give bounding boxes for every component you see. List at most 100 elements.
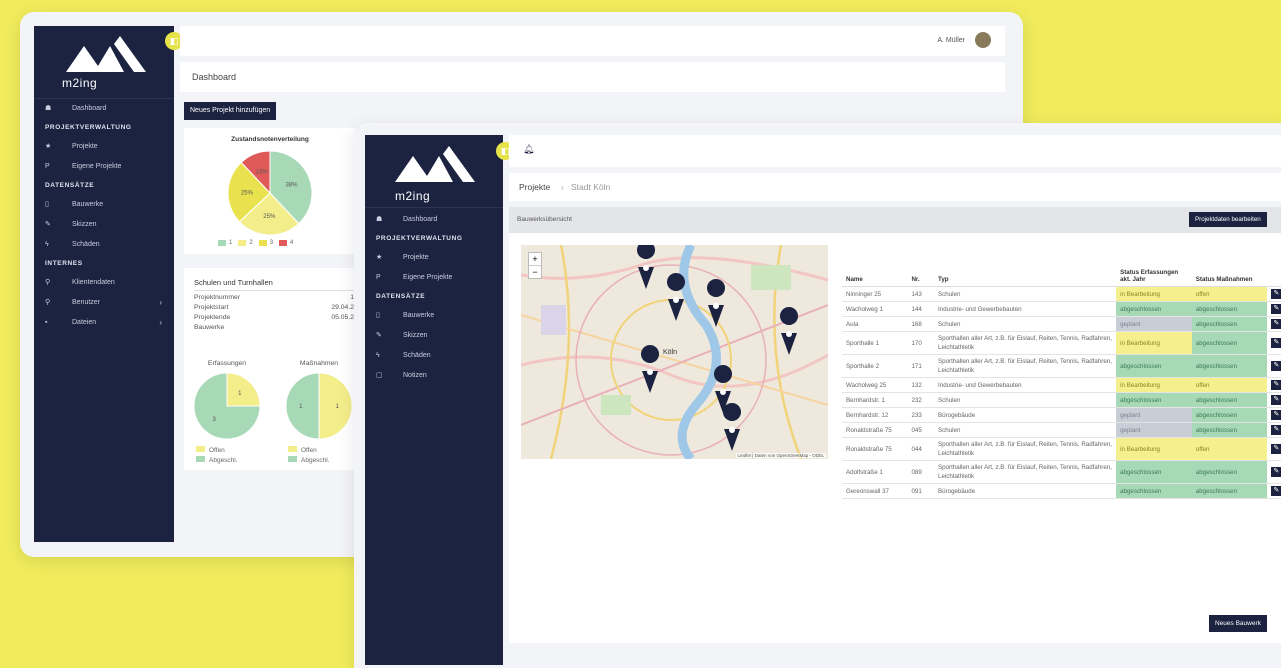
map[interactable]: Köln + − Leaflet | Daten von OpenStreetM… <box>521 245 828 459</box>
edit-icon[interactable]: ✎ <box>1271 361 1281 371</box>
edit-icon: ✎ <box>376 332 382 339</box>
cell-typ: Sporthallen aller Art, z.B. für Eislauf,… <box>934 331 1117 355</box>
page-title: Dashboard <box>192 72 237 82</box>
cell-nr: 171 <box>907 354 935 378</box>
new-building-button[interactable]: Neues Bauwerk <box>1209 615 1267 632</box>
table-row[interactable]: Aula 168 Schulen geplant abgeschlossen ✎ <box>842 316 1281 332</box>
sidebar-item-label: Dashboard <box>403 216 438 223</box>
table-row[interactable]: Wacholweg 1 144 Industrie- und Gewerbebaut… <box>842 301 1281 317</box>
user-name[interactable]: A. Müller <box>937 37 965 44</box>
bell-icon[interactable]: 🔔︎ <box>523 144 534 155</box>
sidebar-item-eigene-projekte[interactable]: P Eigene Projekte <box>365 268 503 288</box>
sidebar-item-dashboard[interactable]: ☗ Dashboard <box>34 99 174 119</box>
legend-swatch <box>288 456 297 462</box>
edit-icon: ✎ <box>45 221 51 228</box>
file-icon: ▪ <box>45 319 48 326</box>
sidebar-item-dateien[interactable]: ▪ Dateien › <box>34 313 174 333</box>
table-row[interactable]: Adolfstraße 1 089 Sporthallen aller Art, z… <box>842 460 1281 484</box>
table-row[interactable]: Sporthalle 1 170 Sporthallen aller Art, z.… <box>842 331 1281 355</box>
sidebar-item-skizzen[interactable]: ✎ Skizzen <box>34 215 174 235</box>
cell-name: Ronaldstraße 75 <box>842 437 908 461</box>
pie-slice-label: 38% <box>285 182 298 188</box>
status-badge: abgeschlossen <box>1116 354 1192 378</box>
table-header-row: Name Nr. Typ Status Erfassungen akt. Jah… <box>842 244 1281 287</box>
sidebar-item-dashboard[interactable]: ☗ Dashboard <box>365 210 503 230</box>
edit-icon[interactable]: ✎ <box>1271 319 1281 329</box>
sidebar-item-skizzen[interactable]: ✎ Skizzen <box>365 326 503 346</box>
pie-legend-row: Abgeschl. <box>192 456 272 466</box>
sidebar-item-notizen[interactable]: ▢ Notizen <box>365 366 503 386</box>
project-card: Schulen und Turnhallen Projektnummer 1 Pro… <box>184 268 356 470</box>
edit-icon[interactable]: ✎ <box>1271 304 1281 314</box>
cell-name: Wacholweg 1 <box>842 301 908 317</box>
status-badge: abgeschlossen <box>1191 407 1268 423</box>
cell-typ: Sporthallen aller Art, z.B. für Eislauf,… <box>934 354 1117 378</box>
edit-icon[interactable]: ✎ <box>1271 380 1281 390</box>
sidebar-item-projekte[interactable]: ★ Projekte <box>365 248 503 268</box>
legend-label: Abgeschl. <box>209 457 238 464</box>
user-icon: ⚲ <box>45 299 51 306</box>
edit-icon[interactable]: ✎ <box>1271 410 1281 420</box>
col-name: Name <box>842 244 908 287</box>
sidebar-item-benutzer[interactable]: ⚲ Benutzer › <box>34 293 174 313</box>
zoom-in-button[interactable]: + <box>529 253 541 266</box>
breadcrumb-root[interactable]: Projekte <box>519 182 550 192</box>
nav-heading: PROJEKTVERWALTUNG <box>45 124 132 131</box>
sidebar-item-label: Schäden <box>72 241 100 248</box>
edit-icon[interactable]: ✎ <box>1271 444 1281 454</box>
project-title: Schulen und Turnhallen <box>194 278 273 287</box>
table-row[interactable]: Gereonswall 37 091 Bürogebäude abgeschlosse… <box>842 483 1281 499</box>
table-row[interactable]: Ronaldstraße 75 044 Sporthallen aller Art,… <box>842 437 1281 461</box>
sidebar-item-bauwerke[interactable]: ▯ Bauwerke <box>34 195 174 215</box>
cell-typ: Schulen <box>934 392 1117 408</box>
table-row[interactable]: Bernhardstr. 1 232 Schulen abgeschlossen abg… <box>842 392 1281 408</box>
table-row[interactable]: Ninninger 25 143 Schulen in Bearbeitung offe… <box>842 286 1281 302</box>
cell-nr: 170 <box>907 331 935 355</box>
star-icon: ★ <box>376 254 383 261</box>
status-badge: offen <box>1191 377 1268 393</box>
project-pie-erfassungen: Erfassungen 1 3 Offen Abgeschl. <box>192 360 272 470</box>
project-info-value: 05.05.2 <box>331 314 354 321</box>
status-badge: abgeschlossen <box>1191 483 1268 499</box>
legend-swatch <box>288 446 297 452</box>
cell-actions: ✎ <box>1267 422 1281 438</box>
status-badge: abgeschlossen <box>1191 422 1268 438</box>
cell-nr: 143 <box>907 286 935 302</box>
breadcrumb: Projekte › Stadt Köln <box>509 173 1281 201</box>
sidebar-item-schäden[interactable]: ϟ Schäden <box>34 235 174 255</box>
pie-chart: 11 <box>285 372 353 440</box>
cell-nr: 144 <box>907 301 935 317</box>
edit-icon[interactable]: ✎ <box>1271 486 1281 496</box>
bolt-icon: ϟ <box>45 241 49 248</box>
edit-icon[interactable]: ✎ <box>1271 338 1281 348</box>
cell-nr: 089 <box>907 460 935 484</box>
add-project-button[interactable]: Neues Projekt hinzufügen <box>184 102 277 120</box>
edit-icon[interactable]: ✎ <box>1271 425 1281 435</box>
table-row[interactable]: Bernhardstr. 12 233 Bürogebäude geplant abge… <box>842 407 1281 423</box>
status-badge: abgeschlossen <box>1191 392 1268 408</box>
sidebar-item-eigene-projekte[interactable]: P Eigene Projekte <box>34 157 174 177</box>
table-row[interactable]: Ronaldstraße 75 045 Schulen geplant abgeschl… <box>842 422 1281 438</box>
sidebar-item-schäden[interactable]: ϟ Schäden <box>365 346 503 366</box>
pie-title: Maßnahmen <box>299 360 339 367</box>
edit-icon[interactable]: ✎ <box>1271 467 1281 477</box>
status-badge: abgeschlossen <box>1191 331 1268 355</box>
edit-project-button[interactable]: Projektdaten bearbeiten <box>1189 212 1267 227</box>
card-header: Bauwerksübersicht Projektdaten bearbeite… <box>509 207 1281 233</box>
legend-label: 2 <box>249 240 253 246</box>
sidebar-item-bauwerke[interactable]: ▯ Bauwerke <box>365 306 503 326</box>
status-badge: in Bearbeitung <box>1116 377 1192 393</box>
legend-swatch <box>218 240 226 246</box>
edit-icon[interactable]: ✎ <box>1271 395 1281 405</box>
zoom-out-button[interactable]: − <box>529 266 541 278</box>
sidebar-item-projekte[interactable]: ★ Projekte <box>34 137 174 157</box>
avatar[interactable] <box>975 32 991 48</box>
legend-label: 4 <box>290 240 294 246</box>
table-row[interactable]: Sporthalle 2 171 Sporthallen aller Art, z.… <box>842 354 1281 378</box>
sidebar-item-label: Projekte <box>72 143 98 150</box>
cell-typ: Bürogebäude <box>934 407 1117 423</box>
edit-icon[interactable]: ✎ <box>1271 289 1281 299</box>
pie-slice <box>226 372 261 407</box>
table-row[interactable]: Wacholweg 25 132 Industrie- und Gewerbebau… <box>842 377 1281 393</box>
sidebar-item-klientendaten[interactable]: ⚲ Klientendaten <box>34 273 174 293</box>
